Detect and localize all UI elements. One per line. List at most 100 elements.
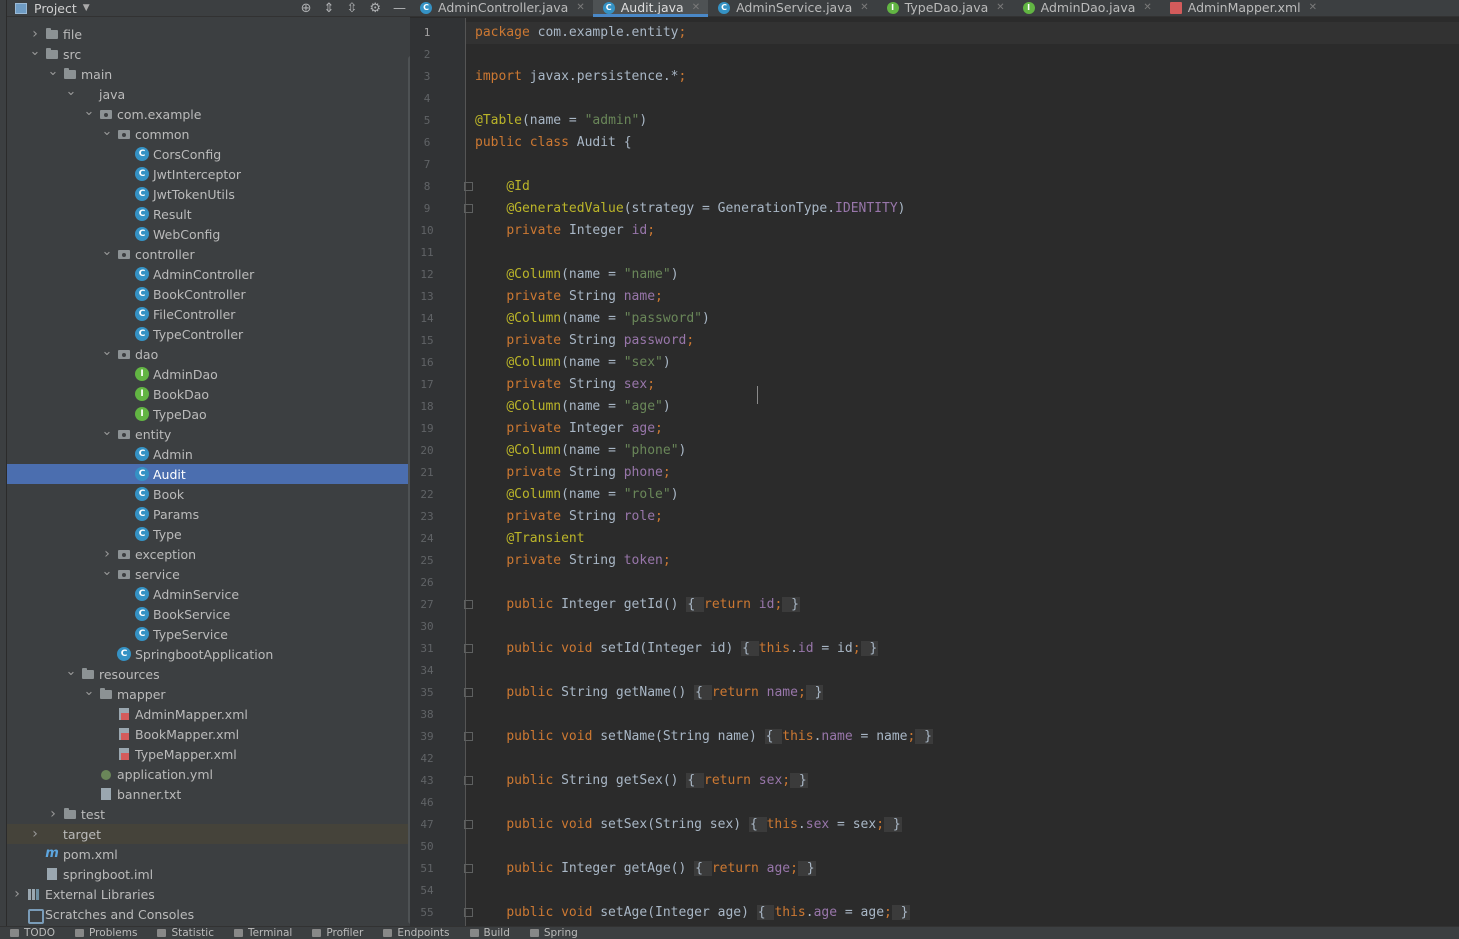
tree-item-book[interactable]: C Book (7, 484, 410, 504)
code-line[interactable]: public void setName(String name) { this.… (475, 726, 933, 748)
tree-item-params[interactable]: C Params (7, 504, 410, 524)
code-line[interactable]: private String token; (475, 550, 670, 572)
tree-item-resources[interactable]: ⌄ resources (7, 664, 410, 684)
code-line[interactable]: @GeneratedValue(strategy = GenerationTyp… (475, 198, 905, 220)
tree-item-file[interactable]: › file (7, 24, 410, 44)
close-icon[interactable]: ✕ (996, 2, 1004, 13)
tree-item-bookmapper-xml[interactable]: BookMapper.xml (7, 724, 410, 744)
tree-item-bookservice[interactable]: C BookService (7, 604, 410, 624)
tree-item-typemapper-xml[interactable]: TypeMapper.xml (7, 744, 410, 764)
code-line[interactable]: private String phone; (475, 462, 670, 484)
code-line[interactable]: private String role; (475, 506, 663, 528)
code-line[interactable]: @Column(name = "name") (475, 264, 678, 286)
tree-item-adminmapper-xml[interactable]: AdminMapper.xml (7, 704, 410, 724)
chevron-down-icon[interactable]: ⌄ (101, 424, 113, 439)
tree-item-corsconfig[interactable]: C CorsConfig (7, 144, 410, 164)
fold-marker-icon[interactable] (464, 204, 473, 213)
fold-marker-icon[interactable] (464, 732, 473, 741)
code-line[interactable]: public void setId(Integer id) { this.id … (475, 638, 879, 660)
tree-item-result[interactable]: C Result (7, 204, 410, 224)
tree-item-springbootapplication[interactable]: C SpringbootApplication (7, 644, 410, 664)
tree-item-webconfig[interactable]: C WebConfig (7, 224, 410, 244)
project-panel-header[interactable]: Project ▼ ⊕ ⇕ ⇳ ⚙ — (7, 0, 410, 17)
tab-audit-java[interactable]: C Audit.java ✕ (592, 0, 709, 17)
tool-window-todo[interactable]: TODO (0, 927, 65, 939)
tree-item-com-example[interactable]: ⌄ com.example (7, 104, 410, 124)
fold-marker-icon[interactable] (464, 688, 473, 697)
chevron-right-icon[interactable]: › (29, 26, 41, 42)
tree-item-jwtinterceptor[interactable]: C JwtInterceptor (7, 164, 410, 184)
tab-typedao-java[interactable]: I TypeDao.java ✕ (877, 0, 1013, 16)
code-line[interactable]: @Table(name = "admin") (475, 110, 647, 132)
tool-window-terminal[interactable]: Terminal (224, 927, 302, 939)
code-line[interactable]: public Integer getId() { return id; } (475, 594, 800, 616)
code-line[interactable]: @Column(name = "age") (475, 396, 670, 418)
code-line[interactable]: @Transient (475, 528, 584, 550)
tree-item-dao[interactable]: ⌄ dao (7, 344, 410, 364)
code-line[interactable]: public String getName() { return name; } (475, 682, 824, 704)
tree-item-exception[interactable]: › exception (7, 544, 410, 564)
chevron-right-icon[interactable]: › (101, 546, 113, 562)
tool-window-problems[interactable]: Problems (65, 927, 147, 939)
tool-window-build[interactable]: Build (460, 927, 520, 939)
tree-item-typeservice[interactable]: C TypeService (7, 624, 410, 644)
close-icon[interactable]: ✕ (1143, 2, 1151, 13)
chevron-down-icon[interactable]: ⌄ (101, 124, 113, 139)
code-line[interactable]: @Column(name = "password") (475, 308, 710, 330)
hide-icon[interactable]: — (393, 1, 406, 16)
chevron-down-icon[interactable]: ⌄ (65, 664, 77, 679)
tree-item-typedao[interactable]: I TypeDao (7, 404, 410, 424)
code-line[interactable]: package com.example.entity; (475, 22, 686, 44)
close-icon[interactable]: ✕ (1309, 2, 1317, 13)
tab-adminservice-java[interactable]: C AdminService.java ✕ (708, 0, 877, 16)
tree-item-type[interactable]: C Type (7, 524, 410, 544)
chevron-down-icon[interactable]: ⌄ (83, 104, 95, 119)
chevron-right-icon[interactable]: › (29, 826, 41, 842)
chevron-down-icon[interactable]: ⌄ (29, 44, 41, 59)
tree-item-java[interactable]: ⌄ java (7, 84, 410, 104)
code-line[interactable]: public void setAge(Integer age) { this.a… (475, 902, 910, 924)
fold-marker-icon[interactable] (464, 182, 473, 191)
tree-item-banner-txt[interactable]: banner.txt (7, 784, 410, 804)
code-line[interactable]: @Column(name = "phone") (475, 440, 686, 462)
fold-marker-icon[interactable] (464, 644, 473, 653)
code-line[interactable]: @Id (475, 176, 529, 198)
code-editor[interactable]: 1 2 3 4 5 6 7 8 9 10 11 12 13 14 15 16 17 18 19 20 21 22 23 24 2… (410, 18, 1459, 926)
tree-item-admincontroller[interactable]: C AdminController (7, 264, 410, 284)
tree-item-src[interactable]: ⌄ src (7, 44, 410, 64)
code-line[interactable]: private String sex; (475, 374, 655, 396)
tree-item-service[interactable]: ⌄ service (7, 564, 410, 584)
tree-item-adminservice[interactable]: C AdminService (7, 584, 410, 604)
tab-admindao-java[interactable]: I AdminDao.java ✕ (1013, 0, 1160, 16)
tree-item-test[interactable]: › test (7, 804, 410, 824)
expand-all-icon[interactable]: ⇕ (324, 1, 335, 16)
tree-item-pom-xml[interactable]: m pom.xml (7, 844, 410, 864)
fold-marker-icon[interactable] (464, 820, 473, 829)
chevron-right-icon[interactable]: › (47, 806, 59, 822)
tool-window-profiler[interactable]: Profiler (302, 927, 373, 939)
tree-item-main[interactable]: ⌄ main (7, 64, 410, 84)
chevron-down-icon[interactable]: ▼ (83, 3, 90, 13)
close-icon[interactable]: ✕ (860, 2, 868, 13)
code-line[interactable]: import javax.persistence.*; (475, 66, 686, 88)
tool-window-statistic[interactable]: Statistic (147, 927, 224, 939)
code-line[interactable]: private Integer age; (475, 418, 663, 440)
gear-icon[interactable]: ⚙ (369, 1, 381, 16)
tree-item-jwttokenutils[interactable]: C JwtTokenUtils (7, 184, 410, 204)
code-line[interactable]: @Column(name = "sex") (475, 352, 670, 374)
code-line[interactable]: @Column(name = "role") (475, 484, 678, 506)
tree-item-bookdao[interactable]: I BookDao (7, 384, 410, 404)
code-line[interactable]: public Integer getAge() { return age; } (475, 858, 816, 880)
chevron-down-icon[interactable]: ⌄ (101, 344, 113, 359)
chevron-down-icon[interactable]: ⌄ (101, 564, 113, 579)
tree-item-entity[interactable]: ⌄ entity (7, 424, 410, 444)
tree-item-mapper[interactable]: ⌄ mapper (7, 684, 410, 704)
tree-item-filecontroller[interactable]: C FileController (7, 304, 410, 324)
tab-admincontroller-java[interactable]: C AdminController.java ✕ (410, 0, 593, 16)
tree-item-application-yml[interactable]: application.yml (7, 764, 410, 784)
tool-window-endpoints[interactable]: Endpoints (373, 927, 459, 939)
tree-item-external-libraries[interactable]: › External Libraries (7, 884, 410, 904)
tree-item-admin[interactable]: C Admin (7, 444, 410, 464)
chevron-down-icon[interactable]: ⌄ (83, 684, 95, 699)
fold-marker-icon[interactable] (464, 600, 473, 609)
